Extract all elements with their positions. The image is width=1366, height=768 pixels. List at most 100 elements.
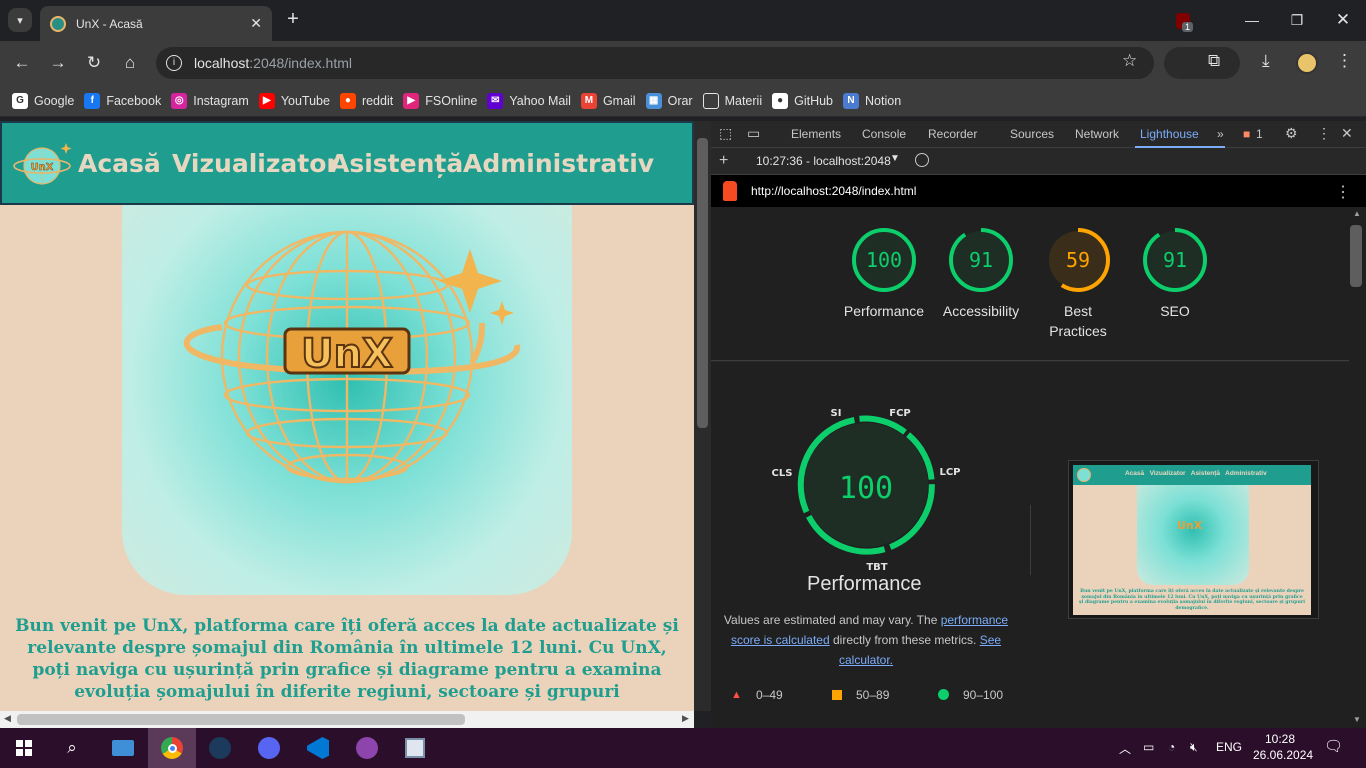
- bookmark-facebook[interactable]: f Facebook: [84, 92, 161, 109]
- start-button[interactable]: [0, 728, 48, 768]
- gauge-label: Accessibility: [942, 303, 1020, 319]
- bookmark-youtube[interactable]: ▶ YouTube: [258, 92, 330, 109]
- final-screenshot-thumbnail[interactable]: Acasă Vizualizator Asistență Administrat…: [1068, 460, 1319, 619]
- minimize-button[interactable]: —: [1237, 8, 1267, 32]
- device-toolbar-icon[interactable]: ▭: [747, 125, 760, 142]
- gauge-accessibility[interactable]: 91: [948, 227, 1014, 293]
- download-icon[interactable]: ⤓: [1262, 51, 1270, 71]
- tab-recorder[interactable]: Recorder: [928, 127, 977, 141]
- language-indicator[interactable]: ENG: [1216, 740, 1242, 754]
- scroll-right-icon[interactable]: ▶: [682, 713, 689, 724]
- tab-console[interactable]: Console: [862, 127, 906, 141]
- page-hscroll-thumb[interactable]: [17, 714, 465, 725]
- bookmark-fsonline[interactable]: ▶ FSOnline: [403, 92, 477, 109]
- notion-icon: N: [843, 92, 860, 109]
- nav-link-asistenta[interactable]: Asistență: [330, 149, 463, 178]
- performance-heading: Performance: [807, 573, 922, 595]
- discord-icon: [258, 737, 280, 759]
- pass-circle-icon: [938, 689, 949, 700]
- performance-main-gauge: 100 SI FCP LCP TBT CLS: [772, 408, 961, 573]
- back-button[interactable]: ←: [10, 51, 34, 75]
- taskbar-clock[interactable]: 10:28 26.06.2024: [1253, 731, 1313, 763]
- github-desktop-icon: [356, 737, 378, 759]
- dropdown-arrow-icon[interactable]: ▼: [890, 153, 900, 164]
- extensions-area: [1164, 47, 1240, 79]
- nav-link-administrativ[interactable]: Administrativ: [463, 149, 654, 178]
- wifi-icon[interactable]: ◔: [1168, 740, 1175, 754]
- address-bar[interactable]: i localhost:2048/index.html: [156, 47, 1154, 79]
- page-scroll-thumb[interactable]: [697, 138, 708, 428]
- active-tab[interactable]: UnX - Acasă ✕: [40, 6, 272, 41]
- orar-icon: ▦: [645, 92, 662, 109]
- tab-search-button[interactable]: ▾: [8, 8, 32, 32]
- search-button[interactable]: ⌕: [48, 728, 96, 768]
- close-devtools-icon[interactable]: ✕: [1341, 125, 1353, 142]
- bookmark-label: GitHub: [794, 93, 834, 108]
- tray-overflow-icon[interactable]: ︿: [1119, 740, 1131, 757]
- new-tab-button[interactable]: +: [282, 8, 304, 30]
- reload-button[interactable]: ↻: [82, 51, 106, 75]
- issues-count[interactable]: 1: [1256, 127, 1263, 141]
- bookmark-github[interactable]: ● GitHub: [772, 92, 834, 109]
- clear-report-icon[interactable]: [915, 153, 929, 167]
- report-selector[interactable]: 10:27:36 - localhost:2048: [756, 154, 891, 168]
- taskbar-discord[interactable]: [245, 728, 293, 768]
- bookmark-star-icon[interactable]: ☆: [1122, 51, 1137, 71]
- fsonline-icon: ▶: [403, 92, 420, 109]
- profile-avatar[interactable]: [1296, 52, 1318, 74]
- bookmark-notion[interactable]: N Notion: [843, 92, 901, 109]
- gmail-icon: M: [580, 92, 597, 109]
- nav-link-vizualizator[interactable]: Vizualizator: [172, 149, 339, 178]
- more-tabs-icon[interactable]: »: [1217, 127, 1224, 141]
- home-button[interactable]: ⌂: [118, 51, 142, 75]
- notifications-icon[interactable]: 🗨︎: [1324, 737, 1343, 755]
- tab-strip: ▾ UnX - Acasă ✕ + — ❐ ✕: [0, 0, 1366, 41]
- taskbar-steam[interactable]: [196, 728, 244, 768]
- taskbar-github-desktop[interactable]: [343, 728, 391, 768]
- thumbnail-logo-icon: [1077, 468, 1091, 482]
- gauge-performance[interactable]: 100: [851, 227, 917, 293]
- devtools-scroll-thumb[interactable]: [1350, 225, 1362, 287]
- bookmark-yahoo-mail[interactable]: ✉ Yahoo Mail: [487, 92, 571, 109]
- taskbar-snipping-tool[interactable]: [391, 728, 439, 768]
- forward-button[interactable]: →: [46, 51, 70, 75]
- nav-link-acasa[interactable]: Acasă: [78, 149, 161, 178]
- logo-text: UnX: [31, 162, 54, 173]
- bookmark-google[interactable]: G Google: [12, 92, 74, 109]
- gauge-score: 59: [1066, 248, 1090, 272]
- site-info-icon[interactable]: i: [166, 55, 182, 71]
- report-menu-icon[interactable]: ⋮: [1335, 182, 1351, 202]
- settings-gear-icon[interactable]: ⚙: [1285, 125, 1298, 142]
- chrome-menu-icon[interactable]: ⋮: [1336, 51, 1353, 71]
- tab-network[interactable]: Network: [1075, 127, 1119, 141]
- scroll-left-icon[interactable]: ◀: [4, 713, 11, 724]
- bookmark-materii[interactable]: Materii: [702, 92, 763, 109]
- new-report-icon[interactable]: +: [719, 152, 728, 170]
- unx-logo-icon[interactable]: UnX: [12, 139, 72, 189]
- bookmark-orar[interactable]: ▦ Orar: [645, 92, 693, 109]
- taskbar-chrome[interactable]: [148, 728, 196, 768]
- battery-icon[interactable]: ▭: [1143, 740, 1154, 754]
- tab-lighthouse[interactable]: Lighthouse: [1140, 127, 1199, 141]
- close-tab-icon[interactable]: ✕: [250, 15, 262, 32]
- fail-triangle-icon: ▲: [731, 689, 742, 701]
- scroll-down-icon[interactable]: ▼: [1353, 715, 1361, 724]
- extensions-puzzle-icon[interactable]: ⧉: [1208, 51, 1220, 71]
- inspect-element-icon[interactable]: ⬚: [719, 125, 732, 142]
- taskbar-vscode[interactable]: [294, 728, 342, 768]
- restore-button[interactable]: ❐: [1282, 8, 1312, 32]
- gauge-best-practices[interactable]: 59: [1045, 227, 1111, 293]
- taskbar-explorer[interactable]: [99, 728, 147, 768]
- tab-elements[interactable]: Elements: [791, 127, 841, 141]
- bookmark-reddit[interactable]: ● reddit: [339, 92, 393, 109]
- close-window-button[interactable]: ✕: [1328, 8, 1358, 32]
- devtools-menu-icon[interactable]: ⋮: [1317, 125, 1331, 142]
- bookmark-gmail[interactable]: M Gmail: [580, 92, 636, 109]
- tab-sources[interactable]: Sources: [1010, 127, 1054, 141]
- scroll-up-icon[interactable]: ▲: [1353, 209, 1361, 218]
- bookmark-instagram[interactable]: ◎ Instagram: [171, 92, 249, 109]
- bookmark-label: Materii: [724, 93, 763, 108]
- issues-icon[interactable]: ■: [1243, 127, 1250, 141]
- gauge-seo[interactable]: 91: [1142, 227, 1208, 293]
- volume-muted-icon[interactable]: 🔇︎: [1190, 740, 1198, 755]
